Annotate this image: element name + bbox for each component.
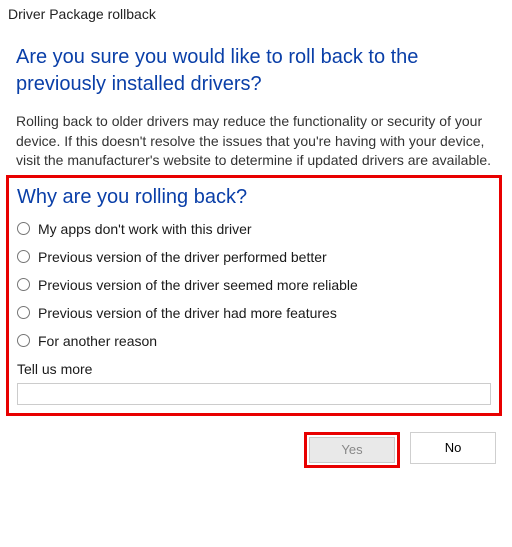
survey-option-radio-2[interactable] <box>17 278 30 291</box>
no-button[interactable]: No <box>410 432 496 464</box>
dialog-content: Are you sure you would like to roll back… <box>0 28 512 416</box>
survey-option-row: Previous version of the driver performed… <box>17 249 491 265</box>
survey-option-radio-3[interactable] <box>17 306 30 319</box>
survey-option-radio-4[interactable] <box>17 334 30 347</box>
survey-highlight-box: Why are you rolling back? My apps don't … <box>6 175 502 416</box>
survey-option-label[interactable]: Previous version of the driver had more … <box>38 305 337 321</box>
window-title: Driver Package rollback <box>0 0 512 28</box>
dialog-body-text: Rolling back to older drivers may reduce… <box>16 112 496 171</box>
survey-option-row: My apps don't work with this driver <box>17 221 491 237</box>
survey-title: Why are you rolling back? <box>17 186 491 209</box>
survey-option-row: Previous version of the driver had more … <box>17 305 491 321</box>
survey-option-radio-1[interactable] <box>17 250 30 263</box>
yes-button[interactable]: Yes <box>309 437 395 463</box>
dialog-heading: Are you sure you would like to roll back… <box>16 44 496 98</box>
yes-button-highlight: Yes <box>304 432 400 468</box>
survey-option-radio-0[interactable] <box>17 222 30 235</box>
dialog-button-row: Yes No <box>0 416 512 468</box>
survey-option-label[interactable]: Previous version of the driver performed… <box>38 249 327 265</box>
survey-option-row: For another reason <box>17 333 491 349</box>
survey-option-label[interactable]: Previous version of the driver seemed mo… <box>38 277 358 293</box>
tell-us-more-input[interactable] <box>17 383 491 405</box>
survey-option-label[interactable]: My apps don't work with this driver <box>38 221 252 237</box>
survey-option-label[interactable]: For another reason <box>38 333 157 349</box>
survey-option-row: Previous version of the driver seemed mo… <box>17 277 491 293</box>
tell-us-more-label: Tell us more <box>17 361 491 377</box>
